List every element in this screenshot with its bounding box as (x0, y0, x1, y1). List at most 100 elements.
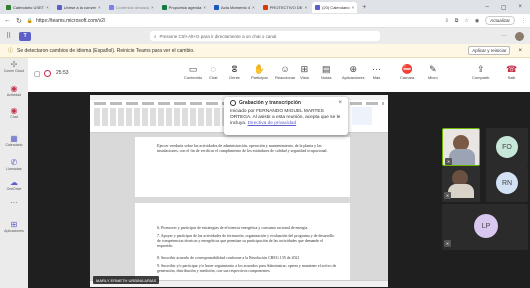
word-icon (214, 4, 219, 10)
participant-video-tile[interactable]: ✕ (442, 128, 480, 166)
grid-icon: ⊞ (300, 64, 309, 74)
leave-button[interactable]: ☎ Salir (506, 64, 517, 80)
close-icon[interactable]: × (338, 100, 342, 106)
people-icon: ⵓ (231, 64, 238, 74)
share-button[interactable]: ⇪ Compartir (472, 64, 490, 80)
more-options-icon: ··· (10, 198, 18, 207)
calendar-icon: ▦ (10, 134, 18, 143)
close-icon[interactable]: × (203, 5, 206, 10)
mic-off-icon: ✎ (429, 64, 437, 74)
close-icon[interactable]: × (518, 48, 522, 54)
close-icon[interactable]: × (46, 5, 49, 10)
browser-tab-active[interactable]: (20) Calendario × (312, 1, 358, 13)
recording-notice-popup: Grabación y transcripción × Iniciado por… (224, 97, 348, 135)
browser-tab[interactable]: Contenido destaca × (106, 2, 157, 13)
rail-item-calendar[interactable]: ▦ Calendario (0, 134, 28, 147)
camera-off-icon: ⛔ (401, 64, 413, 74)
rail-item-comm-cloud[interactable]: ✣ Comm Cloud (0, 60, 28, 73)
screen-icon: ▭ (188, 64, 198, 74)
people-button[interactable]: ⵓ Gente (229, 64, 240, 80)
close-icon[interactable]: × (352, 5, 355, 10)
teams-icon (315, 4, 321, 10)
calendar-icon (6, 4, 11, 10)
meeting-timer: 25:53 (56, 70, 69, 76)
hand-icon: ✋ (253, 64, 266, 74)
avatar[interactable] (515, 31, 524, 41)
more-options-icon[interactable]: ··· (501, 33, 507, 39)
mic-off-icon: ✕ (445, 158, 452, 165)
search-input[interactable]: ⌕ Presione Ctrl+Alt+G para ir directamen… (150, 31, 380, 41)
apps-button[interactable]: ⊕ Aplicaciones (342, 64, 364, 80)
close-window-button[interactable]: × (518, 4, 522, 11)
document-page: Ejercer veeduría sobre las actividades d… (135, 137, 350, 197)
browser-tab[interactable]: Calendario USET × (3, 2, 52, 13)
rail-item-activity[interactable]: ◉ Actividad (0, 84, 28, 97)
view-button[interactable]: ⊞ Vista (300, 64, 309, 80)
back-button[interactable]: ← (4, 17, 11, 24)
document-paragraph: 9. Suscribir y/o participar y/o hacer se… (157, 263, 337, 274)
participant-initials: FO (496, 136, 518, 158)
rail-item-apps[interactable]: ⊞ Aplicaciones (0, 220, 28, 233)
download-icon[interactable]: ⇩ (445, 18, 449, 24)
menu-icon[interactable]: ⋮ (521, 18, 526, 24)
phone-icon: ✆ (10, 158, 18, 167)
browser-tab[interactable]: Unirse a la conver × (54, 2, 104, 13)
notes-button[interactable]: ▤ Notas (321, 64, 331, 80)
participant-video-tile[interactable]: ✕ (442, 166, 480, 202)
privacy-link[interactable]: Directiva de privacidad (248, 121, 297, 126)
apply-restart-button[interactable]: Aplicar y reiniciar (468, 46, 511, 55)
browser-tab[interactable]: Acta Momento 4 × (211, 2, 258, 13)
browser-tab[interactable]: Propuesta agenda × (159, 2, 209, 13)
document-paragraph: 7. Apoyar y participar de las actividade… (157, 233, 335, 249)
refresh-button[interactable]: ↻ (16, 17, 22, 25)
browser-tab[interactable]: PROTECTIVO DE × (260, 2, 310, 13)
participant-initials: LP (474, 214, 498, 238)
browser-tab-strip: Calendario USET × Unirse a la conver × Con… (0, 0, 530, 14)
new-tab-button[interactable]: + (362, 4, 366, 11)
close-icon[interactable]: × (304, 5, 307, 10)
excel-icon (161, 4, 167, 10)
close-icon[interactable]: × (98, 5, 101, 10)
camera-button[interactable]: ⛔ Cámara (400, 64, 414, 80)
chat-icon: ◉ (10, 106, 18, 115)
chat-button[interactable]: ◌ Chat (209, 64, 217, 80)
lock-icon: 🔒 (26, 17, 34, 24)
maximize-button[interactable]: ▢ (501, 4, 507, 11)
address-bar: ← ↻ 🔒 https://teams.microsoft.com/v2/ ⇩ … (0, 14, 530, 28)
extensions-icon[interactable]: ⧉ (455, 18, 459, 24)
content-button[interactable]: ▭ Contenido (184, 64, 202, 80)
update-button[interactable]: Actualizar (485, 16, 515, 25)
more-options-icon: ··· (372, 64, 381, 74)
react-button[interactable]: ☺ Reaccionar (275, 64, 295, 80)
more-button[interactable]: ··· Más (372, 64, 381, 80)
participant-tile[interactable]: LP ✕ (442, 204, 528, 250)
left-rail: ✣ Comm Cloud ◉ Actividad ◉ Chat ▦ Calend… (0, 58, 28, 288)
popup-body: Iniciado por FERNANDO MIGUEL MARTES ORTE… (230, 109, 341, 126)
document-paragraph: Ejercer veeduría sobre las actividades d… (157, 143, 328, 154)
smile-icon: ☺ (280, 64, 290, 74)
rail-item-chat[interactable]: ◉ Chat (0, 106, 28, 119)
url-field[interactable]: 🔒 https://teams.microsoft.com/v2/ (27, 18, 105, 24)
rail-item-onedrive[interactable]: ☁ OneDrive (0, 178, 28, 191)
hangup-icon: ☎ (506, 64, 518, 74)
star-icon[interactable]: ☆ (464, 18, 468, 24)
mic-button[interactable]: ✎ Micro (428, 64, 438, 80)
language-change-banner: ⓘ Se detectaron cambios de idioma (Españ… (0, 44, 530, 58)
chat-icon: ◌ (210, 64, 216, 74)
profile-icon[interactable]: ◉ (475, 18, 479, 24)
minimize-button[interactable]: – (485, 4, 488, 11)
record-icon (230, 100, 236, 106)
participant-tile[interactable]: FO (486, 128, 528, 166)
raise-hand-button[interactable]: ✋ Participar (251, 64, 268, 80)
close-icon[interactable]: × (151, 5, 154, 10)
document-icon (262, 4, 268, 10)
mic-off-icon: ✕ (444, 192, 451, 199)
rail-item-more[interactable]: ··· (0, 198, 28, 207)
participant-tile[interactable]: RN (486, 166, 528, 202)
meeting-info-icon[interactable]: ▢ (34, 70, 41, 78)
presenter-label: MARLY ERMETH URBINA ARIAS (93, 276, 160, 284)
rail-item-calls[interactable]: ✆ Llamadas (0, 158, 28, 171)
close-icon[interactable]: × (252, 5, 255, 10)
info-icon: ⓘ (8, 48, 14, 54)
apps-grid-icon[interactable]: ⠿ (6, 32, 11, 40)
